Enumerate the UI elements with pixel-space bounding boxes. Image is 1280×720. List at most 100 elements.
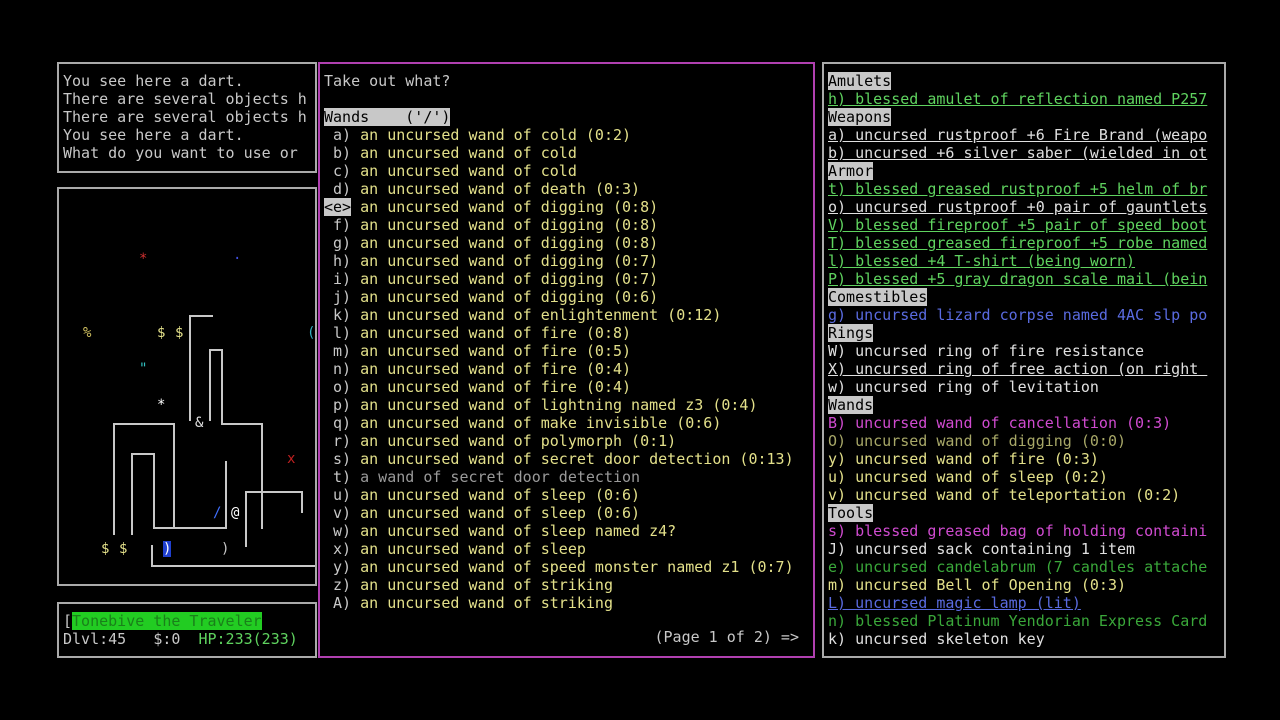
- menu-item-key: p): [333, 396, 352, 414]
- menu-item-label: an uncursed wand of cold (0:2): [360, 126, 632, 144]
- menu-item-label: an uncursed wand of sleep (0:6): [360, 486, 641, 504]
- inventory-item: b) uncursed +6 silver saber (wielded in …: [828, 144, 1224, 162]
- inventory-item: O) uncursed wand of digging (0:0): [828, 432, 1224, 450]
- inventory-category-header: Tools: [828, 504, 874, 522]
- message-line: There are several objects h: [63, 108, 307, 126]
- menu-item[interactable]: f) an uncursed wand of digging (0:8): [324, 216, 813, 234]
- menu-item-key: a): [333, 126, 352, 144]
- status-bracket: [: [63, 612, 73, 630]
- menu-item[interactable]: w) an uncursed wand of sleep named z4?: [324, 522, 813, 540]
- inventory-item: k) uncursed skeleton key: [828, 630, 1224, 648]
- dungeon-level: Dlvl:45: [63, 630, 127, 648]
- amulet-glyph: ": [139, 361, 148, 377]
- inventory-item-label: P) blessed +5 gray dragon scale mail (be…: [828, 270, 1208, 288]
- inventory-item: t) blessed greased rustproof +5 helm of …: [828, 180, 1224, 198]
- message-line: There are several objects h: [63, 90, 307, 108]
- menu-item-label: an uncursed wand of striking: [360, 576, 613, 594]
- menu-item-label: an uncursed wand of digging (0:6): [360, 288, 659, 306]
- inventory-item: m) uncursed Bell of Opening (0:3): [828, 576, 1224, 594]
- menu-item[interactable]: l) an uncursed wand of fire (0:8): [324, 324, 813, 342]
- menu-item-label: an uncursed wand of fire (0:8): [360, 324, 632, 342]
- menu-item[interactable]: a) an uncursed wand of cold (0:2): [324, 126, 813, 144]
- menu-item-key: y): [333, 558, 352, 576]
- menu-item[interactable]: <e> an uncursed wand of digging (0:8): [324, 198, 813, 216]
- menu-item[interactable]: h) an uncursed wand of digging (0:7): [324, 252, 813, 270]
- menu-item[interactable]: r) an uncursed wand of polymorph (0:1): [324, 432, 813, 450]
- inventory-category: Tools: [828, 504, 1224, 522]
- menu-item-label: an uncursed wand of speed monster named …: [360, 558, 794, 576]
- menu-item[interactable]: A) an uncursed wand of striking: [324, 594, 813, 612]
- inventory-item-label: b) uncursed +6 silver saber (wielded in …: [828, 144, 1208, 162]
- menu-item[interactable]: j) an uncursed wand of digging (0:6): [324, 288, 813, 306]
- menu-item-key: h): [333, 252, 352, 270]
- hit-points-max: (233): [252, 630, 298, 648]
- inventory-item-label: l) blessed +4 T-shirt (being worn): [828, 252, 1136, 270]
- menu-item[interactable]: t) a wand of secret door detection: [324, 468, 813, 486]
- menu-item[interactable]: k) an uncursed wand of enlightenment (0:…: [324, 306, 813, 324]
- menu-item[interactable]: p) an uncursed wand of lightning named z…: [324, 396, 813, 414]
- food-glyph: %: [83, 325, 92, 341]
- inventory-item: X) uncursed ring of free action (on righ…: [828, 360, 1224, 378]
- menu-item-label: an uncursed wand of lightning named z3 (…: [360, 396, 758, 414]
- menu-item-label: an uncursed wand of sleep: [360, 540, 586, 558]
- inventory-item-label: n) blessed Platinum Yendorian Express Ca…: [828, 612, 1208, 630]
- menu-item-label: an uncursed wand of fire (0:4): [360, 360, 632, 378]
- weapon-glyph: ): [221, 541, 230, 557]
- menu-item-key: q): [333, 414, 352, 432]
- menu-item[interactable]: u) an uncursed wand of sleep (0:6): [324, 486, 813, 504]
- gem-glyph: *: [157, 397, 166, 413]
- menu-item-label: an uncursed wand of digging (0:8): [360, 198, 659, 216]
- inventory-item: a) uncursed rustproof +6 Fire Brand (wea…: [828, 126, 1224, 144]
- inventory-item-label: y) uncursed wand of fire (0:3): [828, 450, 1099, 468]
- menu-item-label: an uncursed wand of digging (0:8): [360, 234, 659, 252]
- inventory-item: V) blessed fireproof +5 pair of speed bo…: [828, 216, 1224, 234]
- menu-item-label: an uncursed wand of death (0:3): [360, 180, 641, 198]
- menu-item[interactable]: g) an uncursed wand of digging (0:8): [324, 234, 813, 252]
- map-wall: [209, 349, 211, 421]
- menu-item[interactable]: d) an uncursed wand of death (0:3): [324, 180, 813, 198]
- menu-item-key: x): [333, 540, 352, 558]
- player-glyph: @: [231, 505, 240, 521]
- inventory-category-header: Armor: [828, 162, 874, 180]
- menu-item[interactable]: x) an uncursed wand of sleep: [324, 540, 813, 558]
- menu-item-key: c): [333, 162, 352, 180]
- inventory-category: Rings: [828, 324, 1224, 342]
- menu-item[interactable]: o) an uncursed wand of fire (0:4): [324, 378, 813, 396]
- map-wall: [153, 453, 155, 529]
- menu-item[interactable]: n) an uncursed wand of fire (0:4): [324, 360, 813, 378]
- inventory-item: e) uncursed candelabrum (7 candles attac…: [828, 558, 1224, 576]
- menu-item[interactable]: y) an uncursed wand of speed monster nam…: [324, 558, 813, 576]
- inventory-item: l) blessed +4 T-shirt (being worn): [828, 252, 1224, 270]
- menu-item[interactable]: z) an uncursed wand of striking: [324, 576, 813, 594]
- menu-item[interactable]: s) an uncursed wand of secret door detec…: [324, 450, 813, 468]
- menu-item-key: <e>: [324, 198, 352, 216]
- gold-glyph: $: [119, 541, 128, 557]
- map-wall: [113, 423, 175, 425]
- page-indicator[interactable]: (Page 1 of 2) =>: [655, 628, 800, 646]
- status-line-1: [Tonebive the Traveler: [63, 612, 315, 630]
- map-wall: [245, 491, 247, 547]
- menu-item-label: an uncursed wand of make invisible (0:6): [360, 414, 722, 432]
- menu-item[interactable]: q) an uncursed wand of make invisible (0…: [324, 414, 813, 432]
- menu-item[interactable]: i) an uncursed wand of digging (0:7): [324, 270, 813, 288]
- map-wall: [261, 423, 263, 529]
- menu-item-key: s): [333, 450, 352, 468]
- menu-item[interactable]: m) an uncursed wand of fire (0:5): [324, 342, 813, 360]
- menu-item-key: o): [333, 378, 352, 396]
- gold-glyph: $: [157, 325, 166, 341]
- message-line: You see here a dart.: [63, 72, 244, 90]
- weapon-glyph-highlighted: ): [163, 541, 172, 557]
- inventory-item-label: h) blessed amulet of reflection named P2…: [828, 90, 1208, 108]
- menu-item[interactable]: b) an uncursed wand of cold: [324, 144, 813, 162]
- menu-prompt: Take out what?: [324, 72, 451, 90]
- map-wall: [131, 453, 133, 535]
- grid-bug-glyph: x: [287, 451, 296, 467]
- tool-glyph: (: [307, 325, 316, 341]
- menu-item[interactable]: v) an uncursed wand of sleep (0:6): [324, 504, 813, 522]
- menu-item[interactable]: c) an uncursed wand of cold: [324, 162, 813, 180]
- map-wall: [113, 423, 115, 535]
- inventory-category: Amulets: [828, 72, 1224, 90]
- inventory-list: Amulets h) blessed amulet of reflection n…: [828, 72, 1224, 648]
- inventory-item-label: u) uncursed wand of sleep (0:2): [828, 468, 1108, 486]
- menu-item-label: an uncursed wand of sleep (0:6): [360, 504, 641, 522]
